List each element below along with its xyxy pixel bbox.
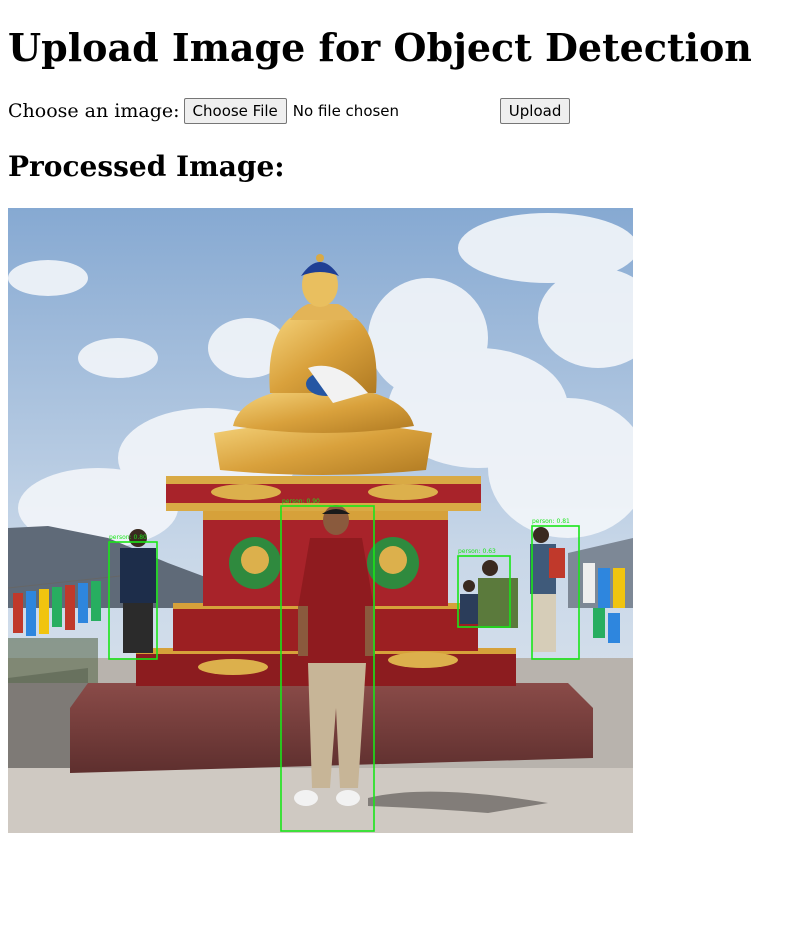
file-input-label: Choose an image: xyxy=(8,100,180,122)
detection-label: person: 0.80 xyxy=(109,534,147,541)
detection-label: person: 0.63 xyxy=(458,548,496,555)
detection-label: person: 0.81 xyxy=(532,518,570,525)
upload-form: Choose an image: Choose File No file cho… xyxy=(8,97,571,125)
page-title: Upload Image for Object Detection xyxy=(8,25,752,70)
upload-button[interactable]: Upload xyxy=(499,98,571,124)
file-status-text: No file chosen xyxy=(292,102,400,120)
processed-image: person: 0.80 person: 0.90 person: 0.63 p… xyxy=(8,208,633,833)
processed-image-heading: Processed Image: xyxy=(8,150,285,183)
processed-image-canvas: person: 0.80 person: 0.90 person: 0.63 p… xyxy=(8,208,633,833)
choose-file-button[interactable]: Choose File xyxy=(183,98,287,124)
detection-label: person: 0.90 xyxy=(282,498,320,505)
